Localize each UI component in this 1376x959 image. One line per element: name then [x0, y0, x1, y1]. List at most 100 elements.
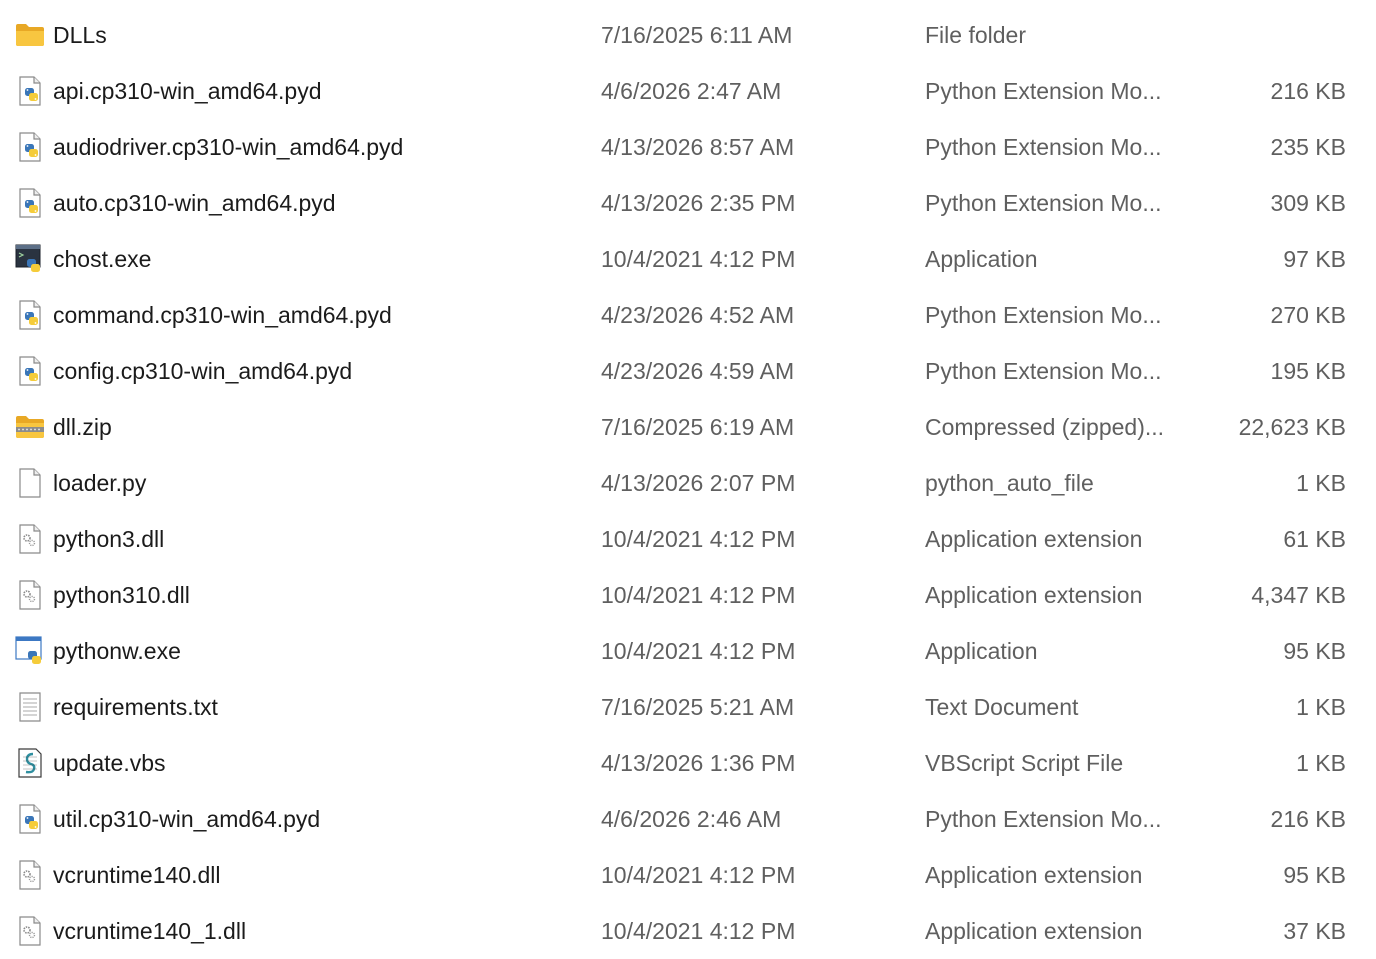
file-type: Application extension	[925, 582, 1143, 608]
dll-file-icon	[14, 847, 46, 903]
zip-folder-icon	[14, 399, 46, 455]
file-name: update.vbs	[53, 750, 166, 776]
file-row[interactable]: loader.py 4/13/2026 2:07 PM python_auto_…	[0, 455, 1376, 511]
dll-file-icon	[14, 511, 46, 567]
date-modified: 10/4/2021 4:12 PM	[601, 246, 796, 272]
date-modified: 4/13/2026 1:36 PM	[601, 750, 796, 776]
file-name: pythonw.exe	[53, 638, 181, 664]
file-name: command.cp310-win_amd64.pyd	[53, 302, 392, 328]
file-size: 1 KB	[1296, 694, 1346, 720]
date-modified: 10/4/2021 4:12 PM	[601, 862, 796, 888]
date-modified: 10/4/2021 4:12 PM	[601, 918, 796, 944]
date-modified: 7/16/2025 6:19 AM	[601, 414, 795, 440]
file-type: Application extension	[925, 862, 1143, 888]
file-name: util.cp310-win_amd64.pyd	[53, 806, 321, 832]
file-row[interactable]: vcruntime140_1.dll 10/4/2021 4:12 PM App…	[0, 903, 1376, 959]
file-type: Text Document	[925, 694, 1079, 720]
file-type: Python Extension Mo...	[925, 806, 1162, 832]
file-size: 216 KB	[1270, 78, 1346, 104]
file-type: Application	[925, 638, 1038, 664]
console-app-icon	[14, 231, 46, 287]
file-row[interactable]: DLLs 7/16/2025 6:11 AM File folder	[0, 7, 1376, 63]
file-type: Application	[925, 246, 1038, 272]
file-size: 1 KB	[1296, 750, 1346, 776]
date-modified: 4/23/2026 4:52 AM	[601, 302, 795, 328]
file-row[interactable]: auto.cp310-win_amd64.pyd 4/13/2026 2:35 …	[0, 175, 1376, 231]
file-size: 97 KB	[1283, 246, 1346, 272]
file-row[interactable]: chost.exe 10/4/2021 4:12 PM Application …	[0, 231, 1376, 287]
file-name: requirements.txt	[53, 694, 218, 720]
file-type: Python Extension Mo...	[925, 190, 1162, 216]
file-type: Compressed (zipped)...	[925, 414, 1165, 440]
file-name: python310.dll	[53, 582, 190, 608]
file-name: dll.zip	[53, 414, 112, 440]
file-row[interactable]: python3.dll 10/4/2021 4:12 PM Applicatio…	[0, 511, 1376, 567]
file-type: Python Extension Mo...	[925, 358, 1162, 384]
date-modified: 4/13/2026 2:35 PM	[601, 190, 796, 216]
file-size: 216 KB	[1270, 806, 1346, 832]
file-row[interactable]: command.cp310-win_amd64.pyd 4/23/2026 4:…	[0, 287, 1376, 343]
file-row[interactable]: util.cp310-win_amd64.pyd 4/6/2026 2:46 A…	[0, 791, 1376, 847]
dll-file-icon	[14, 567, 46, 623]
file-size: 195 KB	[1270, 358, 1346, 384]
file-size: 309 KB	[1270, 190, 1346, 216]
file-size: 22,623 KB	[1238, 414, 1346, 440]
file-row[interactable]: dll.zip 7/16/2025 6:19 AM Compressed (zi…	[0, 399, 1376, 455]
file-name: auto.cp310-win_amd64.pyd	[53, 190, 336, 216]
file-name: audiodriver.cp310-win_amd64.pyd	[53, 134, 404, 160]
date-modified: 4/23/2026 4:59 AM	[601, 358, 795, 384]
file-row[interactable]: audiodriver.cp310-win_amd64.pyd 4/13/202…	[0, 119, 1376, 175]
file-name: vcruntime140_1.dll	[53, 918, 247, 944]
python-file-icon	[14, 175, 46, 231]
date-modified: 4/6/2026 2:47 AM	[601, 78, 782, 104]
file-type: VBScript Script File	[925, 750, 1124, 776]
file-row[interactable]: python310.dll 10/4/2021 4:12 PM Applicat…	[0, 567, 1376, 623]
script-file-icon	[14, 735, 46, 791]
file-name: chost.exe	[53, 246, 152, 272]
dll-file-icon	[14, 903, 46, 959]
file-size: 235 KB	[1270, 134, 1346, 160]
date-modified: 4/13/2026 8:57 AM	[601, 134, 795, 160]
file-size	[1180, 7, 1346, 63]
folder-icon	[14, 7, 46, 63]
file-row[interactable]: config.cp310-win_amd64.pyd 4/23/2026 4:5…	[0, 343, 1376, 399]
file-size: 4,347 KB	[1251, 582, 1346, 608]
file-size: 95 KB	[1283, 862, 1346, 888]
python-file-icon	[14, 287, 46, 343]
file-type: Python Extension Mo...	[925, 78, 1162, 104]
text-file-icon	[14, 679, 46, 735]
python-file-icon	[14, 63, 46, 119]
file-name: vcruntime140.dll	[53, 862, 221, 888]
file-name: DLLs	[53, 22, 107, 48]
file-type: Python Extension Mo...	[925, 302, 1162, 328]
file-row[interactable]: api.cp310-win_amd64.pyd 4/6/2026 2:47 AM…	[0, 63, 1376, 119]
file-size: 270 KB	[1270, 302, 1346, 328]
python-file-icon	[14, 791, 46, 847]
file-type: File folder	[925, 22, 1026, 48]
file-type: Application extension	[925, 918, 1143, 944]
blank-file-icon	[14, 455, 46, 511]
date-modified: 7/16/2025 5:21 AM	[601, 694, 795, 720]
file-size: 1 KB	[1296, 470, 1346, 496]
file-type: python_auto_file	[925, 470, 1094, 496]
window-app-icon	[14, 623, 46, 679]
file-name: python3.dll	[53, 526, 165, 552]
date-modified: 4/6/2026 2:46 AM	[601, 806, 782, 832]
file-size: 37 KB	[1283, 918, 1346, 944]
date-modified: 7/16/2025 6:11 AM	[601, 22, 793, 48]
file-row[interactable]: requirements.txt 7/16/2025 5:21 AM Text …	[0, 679, 1376, 735]
file-type: Python Extension Mo...	[925, 134, 1162, 160]
file-list: DLLs 7/16/2025 6:11 AM File folder api.c…	[0, 7, 1376, 959]
file-type: Application extension	[925, 526, 1143, 552]
date-modified: 10/4/2021 4:12 PM	[601, 582, 796, 608]
date-modified: 4/13/2026 2:07 PM	[601, 470, 796, 496]
file-row[interactable]: vcruntime140.dll 10/4/2021 4:12 PM Appli…	[0, 847, 1376, 903]
file-name: api.cp310-win_amd64.pyd	[53, 78, 322, 104]
file-name: config.cp310-win_amd64.pyd	[53, 358, 353, 384]
file-row[interactable]: update.vbs 4/13/2026 1:36 PM VBScript Sc…	[0, 735, 1376, 791]
date-modified: 10/4/2021 4:12 PM	[601, 526, 796, 552]
python-file-icon	[14, 119, 46, 175]
file-name: loader.py	[53, 470, 147, 496]
file-row[interactable]: pythonw.exe 10/4/2021 4:12 PM Applicatio…	[0, 623, 1376, 679]
file-size: 95 KB	[1283, 638, 1346, 664]
